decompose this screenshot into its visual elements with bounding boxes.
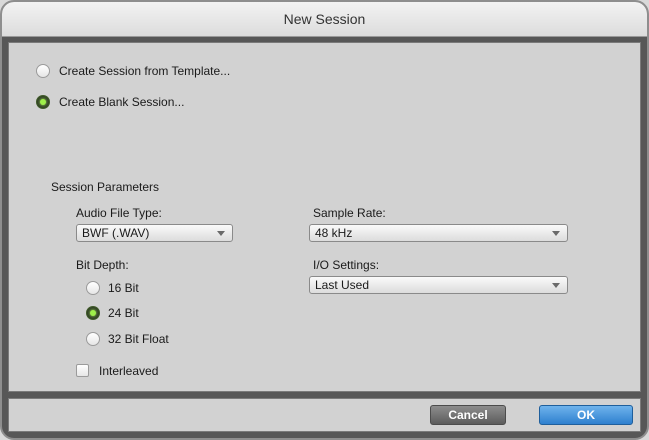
session-parameters-heading: Session Parameters	[51, 180, 160, 194]
cancel-button[interactable]: Cancel	[430, 405, 506, 425]
io-settings-value: Last Used	[315, 278, 370, 292]
bit-depth-option-label[interactable]: 24 Bit	[108, 306, 139, 320]
dialog-footer: Cancel OK	[8, 398, 641, 432]
radio-24-bit[interactable]	[86, 306, 100, 320]
radio-32-bit-float[interactable]	[86, 332, 100, 346]
io-settings-label: I/O Settings:	[313, 258, 380, 272]
sample-rate-select[interactable]: 48 kHz	[309, 224, 568, 242]
radio-16-bit[interactable]	[86, 281, 100, 295]
chevron-down-icon	[217, 231, 225, 236]
audio-file-type-select[interactable]: BWF (.WAV)	[76, 224, 233, 242]
interleaved-checkbox[interactable]	[76, 364, 89, 377]
bit-depth-option-label[interactable]: 32 Bit Float	[108, 332, 169, 346]
chevron-down-icon	[552, 283, 560, 288]
bit-depth-label: Bit Depth:	[76, 258, 129, 272]
sample-rate-value: 48 kHz	[315, 226, 353, 240]
audio-file-type-label: Audio File Type:	[76, 206, 162, 220]
radio-create-from-template[interactable]	[36, 64, 50, 78]
dialog-title: New Session	[283, 11, 366, 27]
io-settings-select[interactable]: Last Used	[309, 276, 568, 294]
chevron-down-icon	[552, 231, 560, 236]
interleaved-label[interactable]: Interleaved	[99, 364, 158, 378]
bit-depth-option-label[interactable]: 16 Bit	[108, 281, 139, 295]
sample-rate-label: Sample Rate:	[313, 206, 386, 220]
ok-button[interactable]: OK	[539, 405, 633, 425]
radio-create-blank-session[interactable]	[36, 95, 50, 109]
create-blank-session-label[interactable]: Create Blank Session...	[59, 95, 184, 109]
dialog-content: Create Session from Template... Create B…	[8, 42, 641, 392]
new-session-dialog: New Session Create Session from Template…	[0, 0, 649, 440]
title-bar[interactable]: New Session	[2, 2, 647, 37]
create-from-template-label[interactable]: Create Session from Template...	[59, 64, 230, 78]
audio-file-type-value: BWF (.WAV)	[82, 226, 150, 240]
